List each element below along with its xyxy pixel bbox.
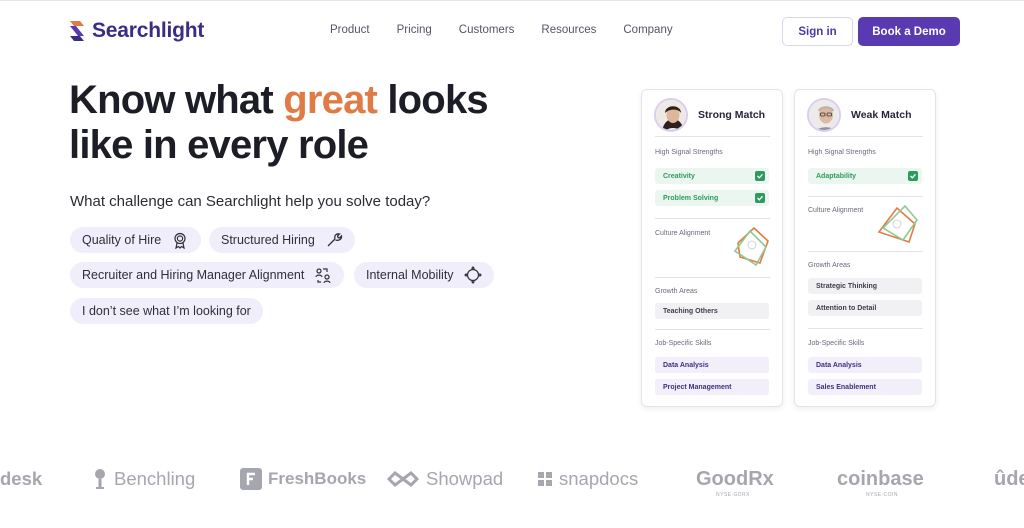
chip-recruiter-alignment[interactable]: Recruiter and Hiring Manager Alignment [70,262,345,288]
chip-internal-mobility[interactable]: Internal Mobility [354,262,494,288]
culture-label: Culture Alignment [808,207,864,214]
divider [808,196,923,197]
logo-benchling: Benchling [92,468,195,490]
strengths-label: High Signal Strengths [808,149,876,156]
chip-label: Internal Mobility [366,268,454,282]
logo-text: coinbase [837,468,924,490]
headline-pre: Know what [69,78,284,122]
chip-other[interactable]: I don’t see what I’m looking for [70,298,263,324]
logo-text: snapdocs [559,468,639,489]
nav-product[interactable]: Product [330,24,370,36]
move-arrows-icon [463,266,482,284]
avatar [807,98,841,132]
goodrx-ticker: NYSE:GDRX [716,492,750,498]
skills-label: Job-Specific Skills [655,340,712,347]
divider [655,218,770,219]
logo-showpad: Showpad [386,468,503,490]
candidate-photo [809,100,839,130]
searchlight-logo[interactable]: Searchlight [68,19,204,43]
pill-label: Problem Solving [663,194,719,202]
logo-text: Benchling [114,468,196,489]
skill-pill: Sales Enablement [808,379,922,395]
divider [655,277,770,278]
card-header: Strong Match [654,98,765,132]
strength-pill: Problem Solving [655,190,769,206]
logo-freshbooks: FreshBooks [240,468,366,490]
divider [655,329,770,330]
checkmark-icon [908,171,918,181]
culture-label: Culture Alignment [655,230,711,237]
skill-pill: Project Management [655,379,769,395]
logo-udemy: ûde [994,468,1024,491]
book-demo-button[interactable]: Book a Demo [858,17,960,46]
headline-line2: like in every role [69,123,369,167]
nav-resources[interactable]: Resources [541,24,596,36]
skill-pill: Data Analysis [808,357,922,373]
logo-coinbase: coinbase [837,468,924,491]
logo-zendesk: desk [0,468,42,490]
card-title: Weak Match [851,109,912,121]
divider [655,136,770,137]
main-nav: Product Pricing Customers Resources Comp… [330,24,700,36]
logo-goodrx: GoodRx [696,468,774,491]
divider [808,328,923,329]
growth-pill: Strategic Thinking [808,278,922,294]
pill-label: Adaptability [816,172,857,180]
logo-text: FreshBooks [268,469,367,488]
coinbase-ticker: NYSE:COIN [866,492,899,498]
logo-text: GoodRx [696,468,774,490]
strong-match-card: Strong Match High Signal Strengths Creat… [641,89,783,407]
nav-customers[interactable]: Customers [459,24,515,36]
strengths-label: High Signal Strengths [655,149,723,156]
divider [808,251,923,252]
strength-pill: Adaptability [808,168,922,184]
people-connect-icon [315,268,331,284]
top-border [0,0,1024,1]
checkmark-icon [755,171,765,181]
weak-match-card: Weak Match High Signal Strengths Adaptab… [794,89,936,407]
growth-pill: Attention to Detail [808,300,922,316]
chip-label: Quality of Hire [82,233,162,247]
chip-label: I don’t see what I’m looking for [82,304,251,318]
headline-post: looks [377,78,488,122]
headline-accent: great [283,78,378,122]
skills-label: Job-Specific Skills [808,340,865,347]
hero-question: What challenge can Searchlight help you … [70,193,431,210]
chip-label: Recruiter and Hiring Manager Alignment [82,268,305,282]
candidate-photo [656,100,686,130]
nav-pricing[interactable]: Pricing [397,24,432,36]
growth-label: Growth Areas [655,288,698,295]
growth-pill: Teaching Others [655,303,769,319]
wrench-icon [327,233,342,247]
logo-snapdocs: snapdocs [537,468,638,490]
chip-structured-hiring[interactable]: Structured Hiring [209,227,355,253]
strength-pill: Creativity [655,168,769,184]
checkmark-icon [755,193,765,203]
divider [808,136,923,137]
pill-label: Creativity [663,172,695,180]
showpad-icon [386,471,420,487]
chip-label: Structured Hiring [221,233,315,247]
logo-text: Showpad [426,468,504,489]
hero-headline: Know what great looks like in every role [69,78,489,168]
skill-pill: Data Analysis [655,357,769,373]
nav-company[interactable]: Company [623,24,672,36]
culture-radar-chart [877,204,919,244]
sign-in-button[interactable]: Sign in [782,17,853,46]
freshbooks-icon [240,468,262,490]
brand-name: Searchlight [92,19,205,42]
card-title: Strong Match [698,109,766,121]
snapdocs-icon [538,472,552,486]
searchlight-mark-icon [70,21,84,41]
card-header: Weak Match [807,98,912,132]
growth-label: Growth Areas [808,262,851,269]
award-ribbon-icon [174,232,186,249]
benchling-icon [95,469,105,489]
customer-logo-strip: desk Benchling FreshBooks Showpad snapdo… [0,462,1024,502]
logo-text: ûde [994,468,1024,490]
chip-quality-of-hire[interactable]: Quality of Hire [70,227,202,253]
logo-text: desk [0,468,43,489]
culture-radar-chart [733,226,769,267]
avatar [654,98,688,132]
